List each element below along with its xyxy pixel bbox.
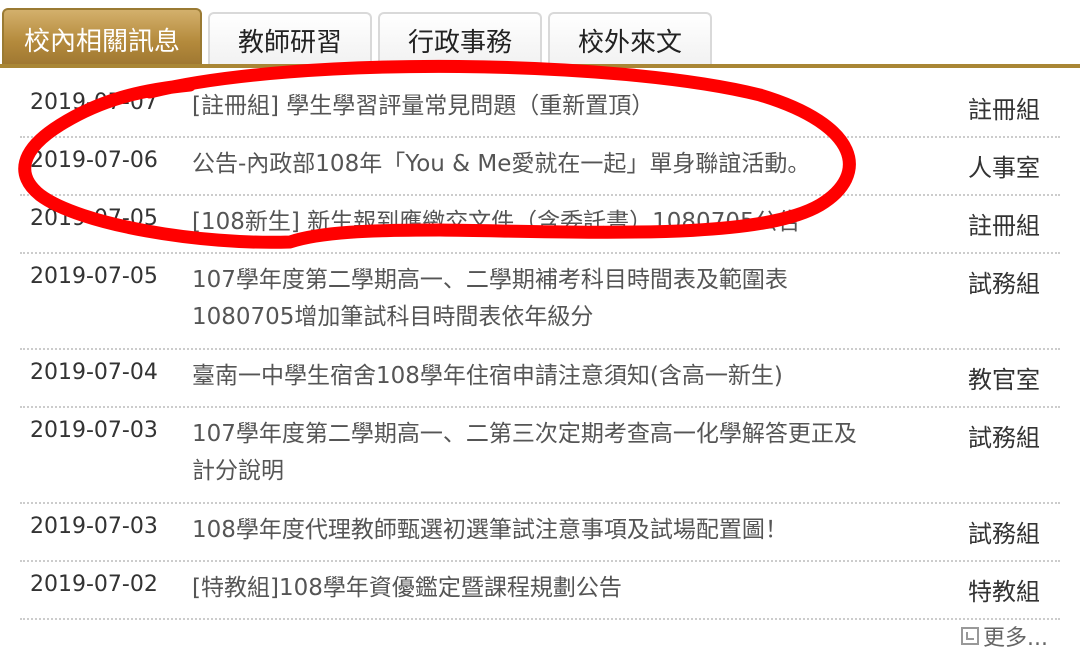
- table-row[interactable]: 2019-07-05 107學年度第二學期高一、二學期補考科目時間表及範圍表10…: [20, 254, 1060, 350]
- tab-campus-news[interactable]: 校內相關訊息: [2, 8, 202, 68]
- row-unit: 特教組: [968, 578, 1040, 606]
- tab-underline: [0, 64, 1080, 68]
- row-title-link[interactable]: 107學年度第二學期高一、二學期補考科目時間表及範圍表1080705增加筆試科目…: [192, 262, 842, 336]
- row-unit: 註冊組: [968, 212, 1040, 240]
- table-row[interactable]: 2019-07-07 [註冊組] 學生學習評量常見問題（重新置頂） 註冊組: [20, 80, 1060, 138]
- table-row[interactable]: 2019-07-03 107學年度第二學期高一、二第三次定期考查高一化學解答更正…: [20, 408, 1060, 504]
- row-date: 2019-07-02: [30, 572, 158, 597]
- row-title-link[interactable]: [特教組]108學年資優鑑定暨課程規劃公告: [192, 570, 872, 607]
- row-unit: 試務組: [968, 424, 1040, 452]
- row-title-link[interactable]: [註冊組] 學生學習評量常見問題（重新置頂）: [192, 88, 872, 125]
- row-unit: 註冊組: [968, 96, 1040, 124]
- row-title-link[interactable]: 107學年度第二學期高一、二第三次定期考查高一化學解答更正及計分說明: [192, 416, 862, 490]
- table-row[interactable]: 2019-07-04 臺南一中學生宿舍108學年住宿申請注意須知(含高一新生) …: [20, 350, 1060, 408]
- corner-arrow-icon: [961, 627, 980, 645]
- table-row[interactable]: 2019-07-03 108學年度代理教師甄選初選筆試注意事項及試場配置圖！ 試…: [20, 504, 1060, 562]
- row-date: 2019-07-07: [30, 90, 158, 115]
- row-title-link[interactable]: 臺南一中學生宿舍108學年住宿申請注意須知(含高一新生): [192, 358, 872, 395]
- row-date: 2019-07-05: [30, 206, 158, 231]
- row-date: 2019-07-05: [30, 264, 158, 289]
- row-unit: 人事室: [968, 154, 1040, 182]
- table-row[interactable]: 2019-07-02 [特教組]108學年資優鑑定暨課程規劃公告 特教組: [20, 562, 1060, 620]
- row-title-link[interactable]: 公告-內政部108年「You & Me愛就在一起」單身聯誼活動。: [192, 146, 892, 183]
- row-unit: 教官室: [968, 366, 1040, 394]
- more-label: 更多...: [983, 626, 1048, 651]
- tab-teacher-training[interactable]: 教師研習: [208, 12, 372, 66]
- row-unit: 試務組: [968, 520, 1040, 548]
- row-date: 2019-07-04: [30, 360, 158, 385]
- tab-external-documents[interactable]: 校外來文: [548, 12, 712, 66]
- announcement-list: 2019-07-07 [註冊組] 學生學習評量常見問題（重新置頂） 註冊組 20…: [20, 80, 1060, 620]
- row-date: 2019-07-03: [30, 418, 158, 443]
- tab-bar: 校內相關訊息 教師研習 行政事務 校外來文: [0, 0, 1080, 68]
- table-row[interactable]: 2019-07-05 [108新生] 新生報到應繳交文件（含委託書）108070…: [20, 196, 1060, 254]
- tab-administration[interactable]: 行政事務: [378, 12, 542, 66]
- table-row[interactable]: 2019-07-06 公告-內政部108年「You & Me愛就在一起」單身聯誼…: [20, 138, 1060, 196]
- row-title-link[interactable]: [108新生] 新生報到應繳交文件（含委託書）1080705公告: [192, 204, 872, 241]
- row-title-link[interactable]: 108學年度代理教師甄選初選筆試注意事項及試場配置圖！: [192, 512, 872, 549]
- row-date: 2019-07-03: [30, 514, 158, 539]
- row-unit: 試務組: [968, 270, 1040, 298]
- more-link[interactable]: 更多...: [961, 620, 1048, 652]
- row-date: 2019-07-06: [30, 148, 158, 173]
